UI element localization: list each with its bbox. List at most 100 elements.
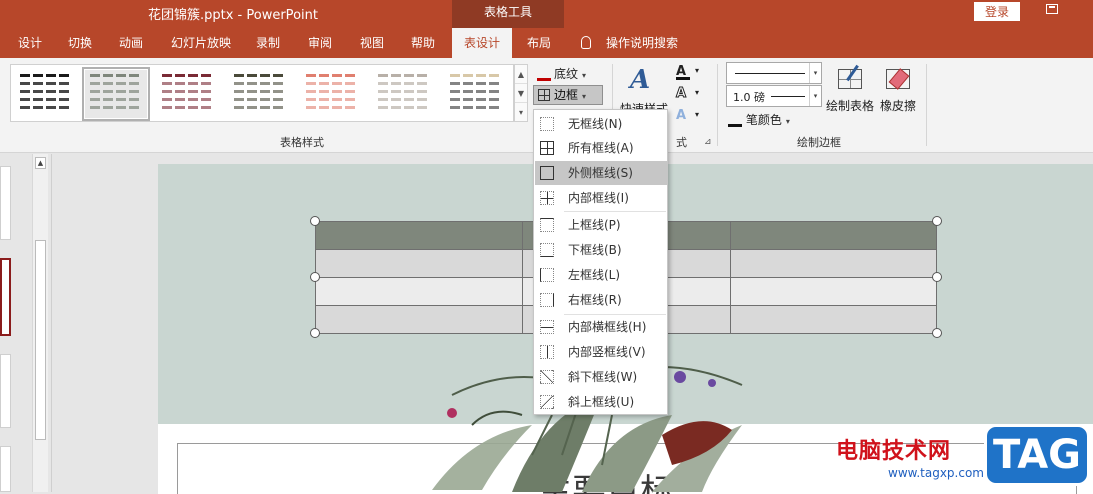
pen-color-button[interactable]: 笔颜色 ▾ [728,111,790,128]
shading-label: 底纹 [554,67,579,81]
text-effects-icon[interactable]: A [676,108,686,123]
watermark-site-name: 电脑技术网 [836,439,952,464]
slide-thumbnail[interactable] [0,354,11,428]
slide-thumbnail[interactable] [0,446,11,492]
watermark-tag-logo: TAG [984,424,1090,486]
tab-record[interactable]: 录制 [248,28,288,58]
draw-table-icon [835,64,865,94]
diagonal-up-border-icon [540,395,554,409]
tab-transitions[interactable]: 切换 [60,28,100,58]
all-borders-icon [540,141,554,155]
gallery-more-icon[interactable]: ▾ [515,103,527,122]
table-cell[interactable] [730,305,937,334]
gallery-down-icon[interactable]: ▼ [515,84,527,103]
tab-review[interactable]: 审阅 [299,28,341,58]
resize-handle[interactable] [932,328,942,338]
table-style-2[interactable] [82,67,150,121]
tab-animations[interactable]: 动画 [110,28,152,58]
slide-thumbnails-pane: ▲ [0,154,52,492]
eraser-label: 橡皮擦 [879,99,916,113]
eraser-button[interactable]: 橡皮擦 [872,66,924,114]
slide-thumbnail[interactable] [0,166,11,240]
bottom-border-icon [540,243,554,257]
gallery-up-icon[interactable]: ▲ [515,65,527,84]
top-border-icon [540,218,554,232]
menu-item-inside-borders[interactable]: 内部框线(I) [535,186,667,210]
resize-handle[interactable] [932,272,942,282]
pen-style-select[interactable]: ▾ [726,62,822,84]
menu-item-top-border[interactable]: 上框线(P) [535,213,667,237]
text-outline-icon[interactable]: A [675,86,686,102]
menu-item-left-border[interactable]: 左框线(L) [535,263,667,287]
table-style-4[interactable] [229,70,291,118]
no-border-icon [540,117,554,131]
borders-icon [538,89,550,101]
borders-label: 边框 [554,88,579,102]
tab-design[interactable]: 设计 [10,28,50,58]
left-border-icon [540,268,554,282]
tell-me-search[interactable]: 操作说明搜索 [600,28,684,58]
shading-button[interactable]: 底纹 ▾ [537,65,586,82]
login-button[interactable]: 登录 [974,2,1020,21]
table-style-3[interactable] [157,70,219,118]
slide-thumbnail-selected[interactable] [0,258,11,336]
inside-horizontal-border-icon [540,320,554,334]
tab-view[interactable]: 视图 [352,28,392,58]
table-style-5[interactable] [301,70,363,118]
ribbon-display-options-icon[interactable] [1046,4,1058,14]
text-fill-icon[interactable]: A [676,64,690,80]
table-style-7[interactable] [445,70,507,118]
window-title: 花团锦簇.pptx - PowerPoint [148,8,318,23]
menu-item-diagonal-up[interactable]: 斜上框线(U) [535,390,667,414]
scroll-thumb[interactable] [35,240,46,440]
draw-table-button[interactable]: 绘制表格 [824,64,876,114]
watermark-url: www.tagxp.com [888,466,984,480]
menu-item-inside-vertical[interactable]: 内部竖框线(V) [535,340,667,364]
table-style-1[interactable] [15,70,77,118]
dialog-launcher-icon[interactable]: ⊿ [704,137,712,147]
table-cell[interactable] [730,221,937,250]
lightbulb-icon [581,36,591,49]
resize-handle[interactable] [310,272,320,282]
table-cell[interactable] [315,305,523,334]
resize-handle[interactable] [310,216,320,226]
table-cell[interactable] [730,249,937,278]
thumbnails-scrollbar[interactable]: ▲ [32,154,48,492]
context-tools-label: 表格工具 [452,0,564,28]
table-cell[interactable] [315,221,523,250]
pen-weight-value: 1.0 磅 [733,91,765,104]
menu-item-no-border[interactable]: 无框线(N) [535,112,667,136]
table-cell[interactable] [730,277,937,306]
menu-item-right-border[interactable]: 右框线(R) [535,288,667,312]
table-cell[interactable] [315,277,523,306]
borders-button[interactable]: 边框 ▾ [533,85,603,105]
right-border-icon [540,293,554,307]
menu-item-bottom-border[interactable]: 下框线(B) [535,238,667,262]
art-styles-group-label: 式 [676,136,687,149]
tab-help[interactable]: 帮助 [402,28,444,58]
menu-item-all-borders[interactable]: 所有框线(A) [535,136,667,160]
quick-styles-icon[interactable]: A [630,65,650,95]
menu-item-inside-horizontal[interactable]: 内部横框线(H) [535,315,667,339]
table-styles-gallery [10,64,514,122]
pen-color-label: 笔颜色 [745,113,782,127]
scroll-up-icon[interactable]: ▲ [35,157,46,169]
table-cell[interactable] [315,249,523,278]
pen-color-icon [728,115,742,127]
outside-borders-icon [540,166,554,180]
draw-borders-group-label: 绘制边框 [797,136,841,149]
tab-slideshow[interactable]: 幻灯片放映 [163,28,239,58]
tab-table-design[interactable]: 表设计 [452,28,512,58]
menu-item-diagonal-down[interactable]: 斜下框线(W) [535,365,667,389]
shading-icon [537,69,551,81]
inside-borders-icon [540,191,554,205]
table-styles-group-label: 表格样式 [280,136,324,149]
resize-handle[interactable] [932,216,942,226]
gallery-scroll[interactable]: ▲ ▼ ▾ [514,64,528,122]
resize-handle[interactable] [310,328,320,338]
table-style-6[interactable] [373,70,435,118]
menu-item-outside-borders[interactable]: 外侧框线(S) [535,161,667,185]
pen-weight-select[interactable]: 1.0 磅 ▾ [726,85,822,107]
tab-layout[interactable]: 布局 [518,28,560,58]
draw-table-label: 绘制表格 [825,99,874,113]
